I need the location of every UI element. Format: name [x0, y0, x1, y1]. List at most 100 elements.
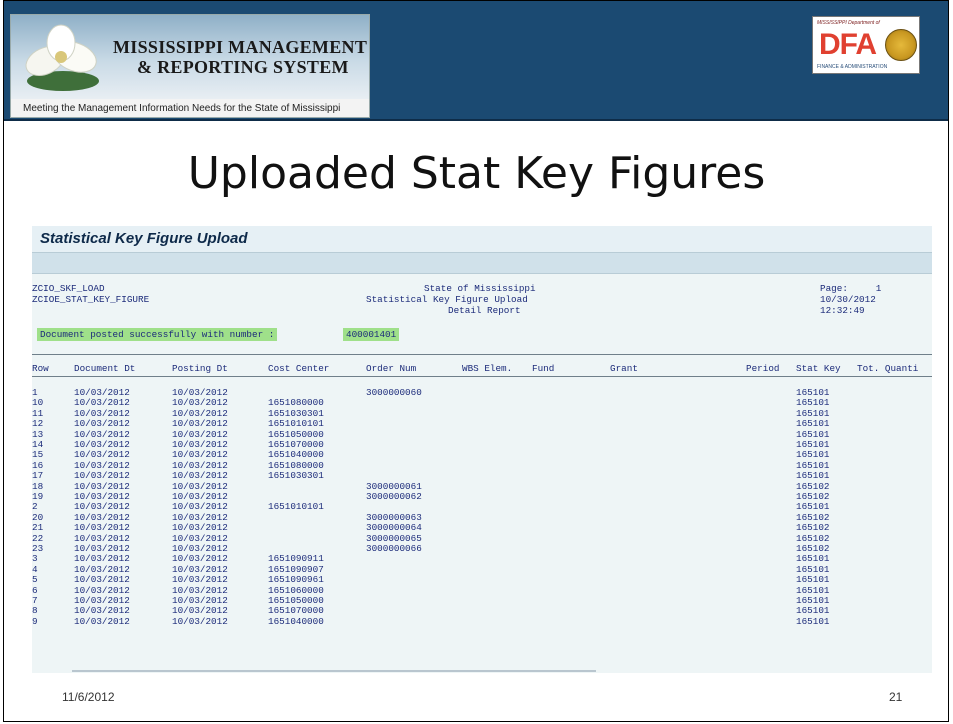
cell-order-number: 3000000063 — [366, 511, 422, 523]
cell-cost-center: 1651030301 — [268, 407, 324, 419]
cell-document-date: 10/03/2012 — [74, 543, 130, 554]
cell-document-date: 10/03/2012 — [74, 439, 130, 450]
table-row[interactable]: 6 10/03/2012 10/03/2012 1651060000 165101 — [32, 585, 932, 596]
report-subtitle: Detail Report — [448, 305, 521, 316]
dfa-logo: MISSISSIPPI Department of DFA FINANCE & … — [812, 16, 920, 74]
table-row[interactable]: 13 10/03/2012 10/03/2012 1651050000 165101 — [32, 429, 932, 440]
report-program-class: ZCIOE_STAT_KEY_FIGURE — [32, 294, 150, 305]
cell-stat-key: 165101 — [796, 407, 830, 419]
cell-row-number: 22 — [32, 532, 44, 544]
table-row[interactable]: 11 10/03/2012 10/03/2012 1651030301 165101 — [32, 408, 932, 419]
report-org-name: State of Mississippi — [424, 283, 536, 294]
dfa-logo-bottom-text: FINANCE & ADMINISTRATION — [817, 64, 888, 70]
cell-row-number: 9 — [32, 615, 38, 627]
posted-success-message: Document posted successfully with number… — [37, 328, 278, 341]
cell-stat-key: 165101 — [796, 574, 830, 586]
logo-tagline: Meeting the Management Information Needs… — [11, 99, 369, 117]
cell-row-number: 20 — [32, 511, 44, 523]
cell-stat-key: 165101 — [796, 553, 830, 565]
table-row[interactable]: 23 10/03/2012 10/03/2012 3000000066 165102 — [32, 543, 932, 554]
table-row[interactable]: 3 10/03/2012 10/03/2012 1651090911 165101 — [32, 553, 932, 564]
cell-posting-date: 10/03/2012 — [172, 563, 228, 575]
table-row[interactable]: 12 10/03/2012 10/03/2012 1651010101 165101 — [32, 418, 932, 429]
cell-posting-date: 10/03/2012 — [172, 470, 228, 482]
report-date: 10/30/2012 — [820, 294, 876, 305]
cell-row-number: 6 — [32, 584, 38, 596]
report-title: Statistical Key Figure Upload — [366, 294, 528, 305]
cell-cost-center: 1651080000 — [268, 459, 324, 471]
cell-row-number: 4 — [32, 563, 38, 575]
table-row[interactable]: 19 10/03/2012 10/03/2012 3000000062 165102 — [32, 491, 932, 502]
cell-row-number: 1 — [32, 387, 38, 398]
cell-document-date: 10/03/2012 — [74, 532, 130, 544]
cell-row-number: 10 — [32, 397, 44, 409]
column-header-order-num: Order Num — [366, 363, 417, 374]
column-header-grant: Grant — [610, 363, 638, 374]
cell-stat-key: 165101 — [796, 459, 830, 471]
table-row[interactable]: 1 10/03/2012 10/03/2012 3000000060 165101 — [32, 387, 932, 398]
cell-row-number: 19 — [32, 491, 44, 502]
column-header-bottom-rule — [32, 376, 932, 377]
cell-cost-center: 1651050000 — [268, 595, 324, 606]
cell-document-date: 10/03/2012 — [74, 615, 130, 627]
table-row[interactable]: 9 10/03/2012 10/03/2012 1651040000 165101 — [32, 616, 932, 627]
cell-stat-key: 165101 — [796, 595, 830, 606]
table-row[interactable]: 5 10/03/2012 10/03/2012 1651090961 165101 — [32, 574, 932, 585]
cell-document-date: 10/03/2012 — [74, 418, 130, 430]
cell-posting-date: 10/03/2012 — [172, 491, 228, 502]
cell-document-date: 10/03/2012 — [74, 574, 130, 586]
header-divider — [4, 119, 948, 121]
table-row[interactable]: 20 10/03/2012 10/03/2012 3000000063 165102 — [32, 512, 932, 523]
cell-cost-center: 1651070000 — [268, 439, 324, 450]
table-row[interactable]: 22 10/03/2012 10/03/2012 3000000065 165102 — [32, 533, 932, 544]
table-row[interactable]: 21 10/03/2012 10/03/2012 3000000064 165102 — [32, 522, 932, 533]
table-row[interactable]: 15 10/03/2012 10/03/2012 1651040000 165101 — [32, 449, 932, 460]
cell-stat-key: 165101 — [796, 605, 830, 617]
cell-order-number: 3000000061 — [366, 480, 422, 492]
cell-stat-key: 165101 — [796, 387, 830, 398]
posted-document-number: 400001401 — [343, 328, 400, 341]
table-row[interactable]: 16 10/03/2012 10/03/2012 1651080000 165101 — [32, 460, 932, 471]
table-row[interactable]: 4 10/03/2012 10/03/2012 1651090907 165101 — [32, 564, 932, 575]
cell-posting-date: 10/03/2012 — [172, 428, 228, 440]
column-header-row: Row — [32, 363, 49, 374]
horizontal-scrollbar[interactable] — [72, 670, 596, 672]
cell-stat-key: 165101 — [796, 439, 830, 450]
cell-row-number: 15 — [32, 449, 44, 461]
cell-posting-date: 10/03/2012 — [172, 480, 228, 492]
sap-title-bar: Statistical Key Figure Upload — [32, 226, 932, 253]
cell-row-number: 7 — [32, 595, 38, 606]
cell-posting-date: 10/03/2012 — [172, 501, 228, 513]
cell-row-number: 23 — [32, 543, 44, 554]
cell-cost-center: 1651010101 — [268, 418, 324, 430]
cell-row-number: 2 — [32, 501, 38, 513]
cell-posting-date: 10/03/2012 — [172, 532, 228, 544]
column-header-cost-center: Cost Center — [268, 363, 330, 374]
dfa-logo-letters: DFA — [819, 28, 877, 61]
report-program-name: ZCIO_SKF_LOAD — [32, 283, 105, 294]
report-page-number: Page: 1 — [820, 283, 882, 294]
table-row[interactable]: 18 10/03/2012 10/03/2012 3000000061 165102 — [32, 481, 932, 492]
table-row[interactable]: 8 10/03/2012 10/03/2012 1651070000 165101 — [32, 605, 932, 616]
magnolia-icon — [25, 24, 99, 91]
cell-cost-center: 1651050000 — [268, 428, 324, 440]
column-header-posting-date: Posting Dt — [172, 363, 228, 374]
table-row[interactable]: 7 10/03/2012 10/03/2012 1651050000 165101 — [32, 595, 932, 606]
cell-order-number: 3000000062 — [366, 491, 422, 502]
table-row[interactable]: 2 10/03/2012 10/03/2012 1651010101 165101 — [32, 501, 932, 512]
column-header-wbs-element: WBS Elem. — [462, 363, 513, 374]
cell-row-number: 3 — [32, 553, 38, 565]
cell-cost-center: 1651010101 — [268, 501, 324, 513]
cell-document-date: 10/03/2012 — [74, 511, 130, 523]
mmrs-logo: MISSISSIPPI MANAGEMENT & REPORTING SYSTE… — [10, 14, 370, 118]
cell-document-date: 10/03/2012 — [74, 584, 130, 596]
cell-document-date: 10/03/2012 — [74, 501, 130, 513]
cell-document-date: 10/03/2012 — [74, 387, 130, 398]
table-row[interactable]: 14 10/03/2012 10/03/2012 1651070000 165101 — [32, 439, 932, 450]
cell-cost-center: 1651090911 — [268, 553, 324, 565]
table-row[interactable]: 17 10/03/2012 10/03/2012 1651030301 165101 — [32, 470, 932, 481]
table-row[interactable]: 10 10/03/2012 10/03/2012 1651080000 165101 — [32, 397, 932, 408]
cell-stat-key: 165101 — [796, 501, 830, 513]
cell-posting-date: 10/03/2012 — [172, 584, 228, 596]
logo-title-line2: & REPORTING SYSTEM — [137, 57, 349, 77]
